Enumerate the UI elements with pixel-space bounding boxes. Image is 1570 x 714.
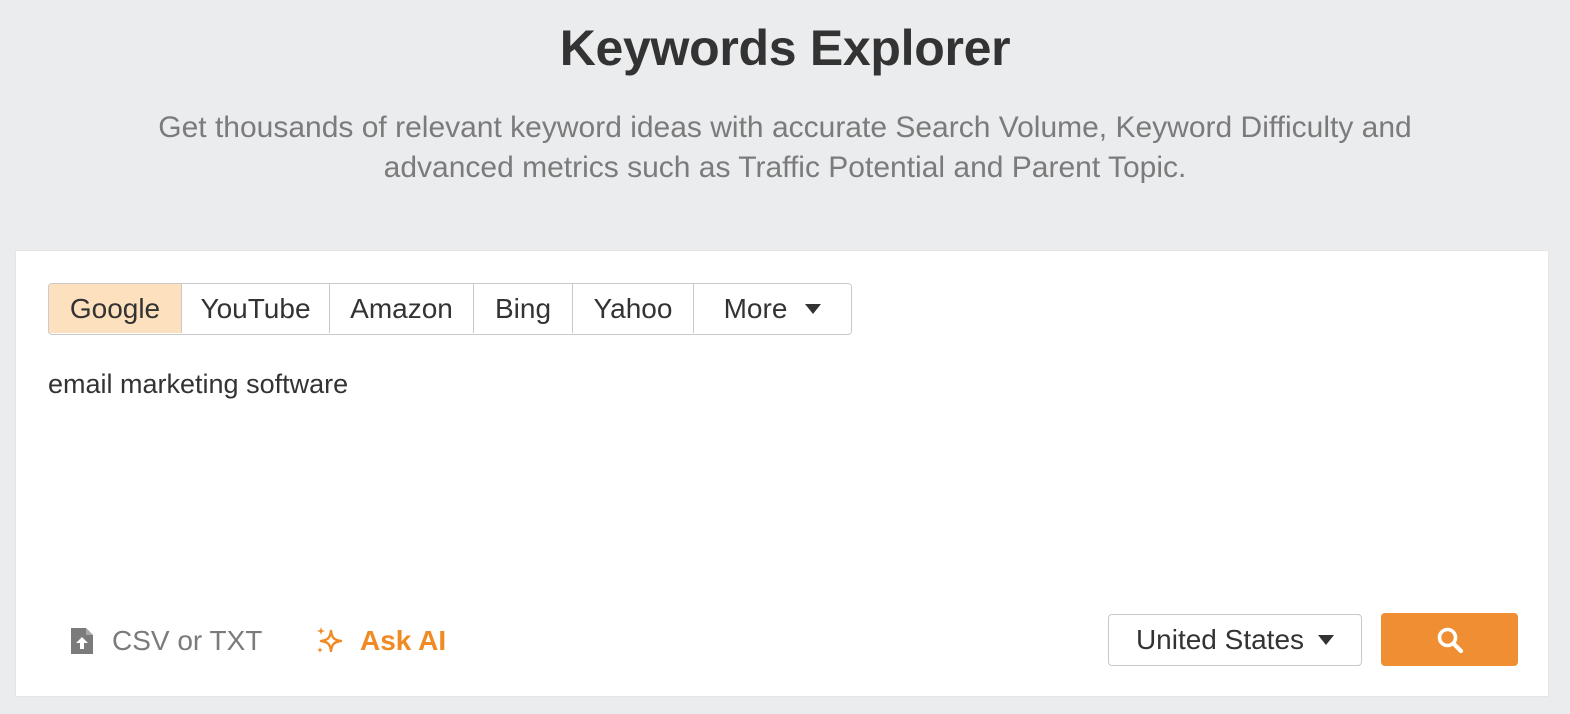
ask-ai-label: Ask AI [360, 625, 447, 656]
tab-youtube-label: YouTube [200, 292, 311, 324]
tab-google-label: Google [69, 292, 161, 324]
page-title: Keywords Explorer [559, 20, 1011, 76]
tab-bing-label: Bing [494, 292, 552, 324]
tab-amazon-label: Amazon [350, 292, 453, 324]
tab-amazon[interactable]: Amazon [330, 284, 474, 333]
caret-down-icon [805, 303, 822, 314]
tab-more-dropdown[interactable]: More [694, 284, 851, 333]
tab-yahoo[interactable]: Yahoo [573, 284, 694, 333]
tab-google[interactable]: Google [49, 284, 182, 333]
tab-bing[interactable]: Bing [474, 284, 573, 333]
page-header: Keywords Explorer Get thousands of relev… [0, 0, 1570, 250]
sparkle-icon [314, 625, 346, 657]
country-select-value: United States [1135, 624, 1305, 655]
tab-youtube[interactable]: YouTube [182, 284, 330, 333]
page-subtitle: Get thousands of relevant keyword ideas … [158, 111, 1412, 184]
chevron-down-icon [1318, 635, 1335, 645]
search-icon [1436, 626, 1464, 654]
search-engine-tabs: Google YouTube Amazon Bing Yahoo More [48, 283, 852, 335]
upload-file-label: CSV or TXT [112, 625, 263, 656]
country-select[interactable]: United States [1108, 614, 1362, 666]
tab-yahoo-label: Yahoo [593, 292, 673, 324]
ask-ai-button[interactable]: Ask AI [314, 621, 446, 661]
keyword-input[interactable]: email marketing software [48, 366, 1508, 566]
upload-file-button[interactable]: CSV or TXT [68, 621, 262, 661]
search-card: Google YouTube Amazon Bing Yahoo More em… [15, 250, 1549, 697]
tab-more-label: More [723, 292, 788, 324]
search-button[interactable] [1381, 613, 1518, 666]
file-upload-icon [68, 626, 96, 656]
